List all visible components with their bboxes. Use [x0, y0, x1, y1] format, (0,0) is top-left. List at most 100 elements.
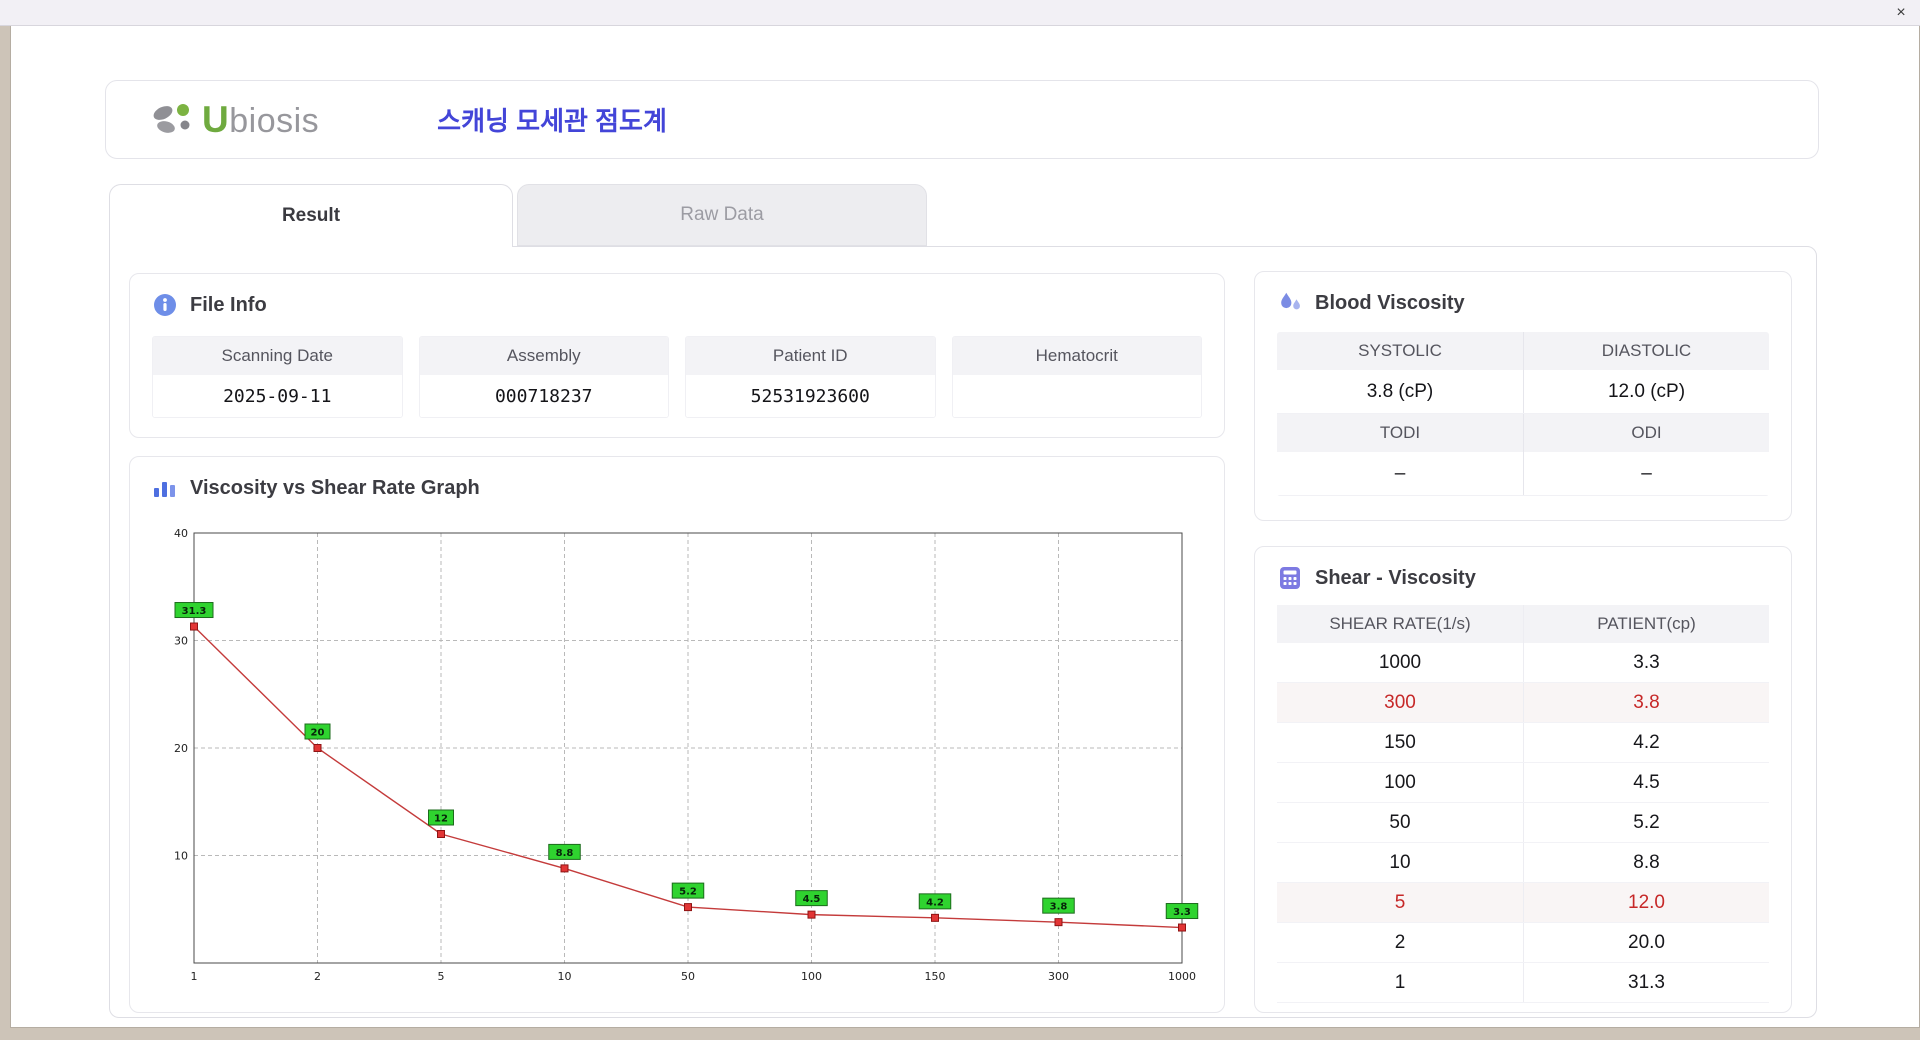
field-label: Scanning Date	[153, 337, 402, 375]
header-card: Ubiosis 스캐닝 모세관 점도계	[105, 80, 1819, 159]
shear-rate-cell: 50	[1389, 811, 1411, 833]
table-row: 300 3.8	[1277, 683, 1769, 723]
tab-result-label: Result	[281, 205, 341, 226]
graph-header: Viscosity vs Shear Rate Graph	[152, 475, 1224, 501]
table-row: 150 4.2	[1277, 723, 1769, 763]
svg-text:31.3: 31.3	[182, 606, 207, 617]
odi-value: –	[1523, 452, 1769, 495]
tab-raw-data[interactable]: Raw Data	[517, 184, 927, 246]
svg-text:20: 20	[174, 742, 188, 755]
file-info-fields: Scanning Date 2025-09-11 Assembly 000718…	[152, 336, 1202, 418]
svg-text:300: 300	[1048, 970, 1069, 983]
systolic-header: SYSTOLIC	[1358, 341, 1442, 360]
field-label: Patient ID	[686, 337, 935, 375]
file-info-header: File Info	[152, 292, 1224, 318]
bv-header-row-2: TODI ODI	[1277, 414, 1769, 452]
table-row: 2 20.0	[1277, 923, 1769, 963]
field-patient-id: Patient ID 52531923600	[685, 336, 936, 418]
shear-viscosity-header: Shear - Viscosity	[1277, 565, 1791, 591]
shear-viscosity-title: Shear - Viscosity	[1315, 566, 1476, 589]
patient-cell: 8.8	[1523, 843, 1769, 882]
svg-text:30: 30	[174, 635, 188, 648]
app-title: 스캐닝 모세관 점도계	[437, 106, 667, 136]
svg-text:1: 1	[191, 970, 198, 983]
tab-raw-data-label: Raw Data	[680, 204, 764, 225]
viscosity-chart: 31.320128.85.24.5 4.2 3.8 3.31 2 5 10 50 100 150 3…	[174, 527, 1199, 983]
tab-result[interactable]: Result	[109, 184, 513, 247]
svg-text:2: 2	[314, 970, 321, 983]
patient-cell: 3.3	[1523, 643, 1769, 682]
bv-header-row-1: SYSTOLIC DIASTOLIC	[1277, 332, 1769, 370]
shear-rate-cell: 10	[1389, 851, 1411, 873]
graph-title: Viscosity vs Shear Rate Graph	[190, 476, 480, 499]
svg-text:12: 12	[434, 814, 448, 825]
blood-viscosity-header: Blood Viscosity	[1277, 290, 1791, 316]
shear-rate-cell: 1	[1394, 971, 1406, 993]
todi-header: TODI	[1379, 423, 1421, 442]
svg-text:8.8: 8.8	[556, 848, 574, 859]
table-row: 100 4.5	[1277, 763, 1769, 803]
field-scanning-date: Scanning Date 2025-09-11	[152, 336, 403, 418]
field-assembly: Assembly 000718237	[418, 336, 669, 418]
ubiosis-logo: Ubiosis	[150, 99, 319, 141]
todi-value: –	[1394, 462, 1406, 484]
svg-text:100: 100	[801, 970, 822, 983]
logo-text: Ubiosis	[202, 99, 319, 141]
table-row: 10 8.8	[1277, 843, 1769, 883]
table-row: 1 31.3	[1277, 963, 1769, 1003]
shear-viscosity-panel: Shear - Viscosity SHEAR RATE(1/s) PATIEN…	[1254, 546, 1792, 1013]
file-info-panel: File Info Scanning Date 2025-09-11 Assem…	[129, 273, 1225, 438]
patient-cell: 5.2	[1523, 803, 1769, 842]
shear-rate-cell: 100	[1384, 771, 1416, 793]
chart-wrap: 31.3 20 12 8.8 5.2 4.5 4.2 3.8 3.3 1 2 5 10 50 100 150 3…	[154, 523, 1204, 998]
svg-text:3.3: 3.3	[1173, 907, 1191, 918]
close-button[interactable]: ×	[1890, 2, 1912, 24]
svg-text:1000: 1000	[1168, 970, 1196, 983]
blood-viscosity-table: SYSTOLIC DIASTOLIC 3.8 (cP) 12.0 (cP) TO…	[1277, 332, 1769, 496]
sv-header-row: SHEAR RATE(1/s) PATIENT(cp)	[1277, 605, 1769, 643]
logo-letters-rest: biosis	[229, 101, 320, 140]
file-info-title: File Info	[190, 293, 267, 316]
info-icon	[152, 292, 178, 318]
svg-text:50: 50	[681, 970, 695, 983]
svg-text:20: 20	[311, 728, 325, 739]
odi-header: ODI	[1523, 414, 1769, 452]
svg-text:3.8: 3.8	[1050, 902, 1068, 913]
app-window: Ubiosis 스캐닝 모세관 점도계 Result Raw Data File…	[10, 26, 1920, 1028]
diastolic-header: DIASTOLIC	[1523, 332, 1769, 370]
patient-cell: 12.0	[1523, 883, 1769, 922]
shear-rate-cell: 300	[1384, 691, 1416, 713]
field-value: 52531923600	[686, 375, 935, 417]
graph-panel: Viscosity vs Shear Rate Graph 31.3 20 12 8.…	[129, 456, 1225, 1013]
result-tab-content: File Info Scanning Date 2025-09-11 Assem…	[109, 246, 1817, 1018]
table-row: 5 12.0	[1277, 883, 1769, 923]
patient-cell: 4.5	[1523, 763, 1769, 802]
bv-value-row-1: 3.8 (cP) 12.0 (cP)	[1277, 370, 1769, 414]
field-value: 000718237	[419, 375, 668, 417]
field-label: Assembly	[419, 337, 668, 375]
titlebar: ×	[0, 0, 1920, 26]
field-value	[952, 375, 1201, 417]
patient-column-header: PATIENT(cp)	[1523, 605, 1769, 643]
field-value: 2025-09-11	[153, 375, 402, 417]
patient-cell: 20.0	[1523, 923, 1769, 962]
patient-cell: 4.2	[1523, 723, 1769, 762]
shear-rate-cell: 1000	[1378, 651, 1422, 673]
svg-text:5.2: 5.2	[679, 887, 697, 898]
water-droplets-icon	[1277, 290, 1303, 316]
blood-viscosity-title: Blood Viscosity	[1315, 291, 1465, 314]
diastolic-value: 12.0 (cP)	[1523, 370, 1769, 413]
systolic-value: 3.8 (cP)	[1366, 380, 1434, 402]
table-row: 1000 3.3	[1277, 643, 1769, 683]
bar-chart-icon	[152, 475, 178, 501]
shear-rate-cell: 5	[1394, 891, 1406, 913]
shear-rate-column-header: SHEAR RATE(1/s)	[1329, 614, 1471, 633]
svg-text:10: 10	[174, 850, 188, 863]
svg-text:5: 5	[438, 970, 445, 983]
shear-rate-cell: 2	[1394, 931, 1406, 953]
shear-viscosity-table: SHEAR RATE(1/s) PATIENT(cp) 1000 3.3 300…	[1277, 605, 1769, 1003]
table-row: 50 5.2	[1277, 803, 1769, 843]
shear-rate-cell: 150	[1384, 731, 1416, 753]
blood-viscosity-panel: Blood Viscosity SYSTOLIC DIASTOLIC 3.8 (…	[1254, 271, 1792, 521]
bv-value-row-2: – –	[1277, 452, 1769, 496]
